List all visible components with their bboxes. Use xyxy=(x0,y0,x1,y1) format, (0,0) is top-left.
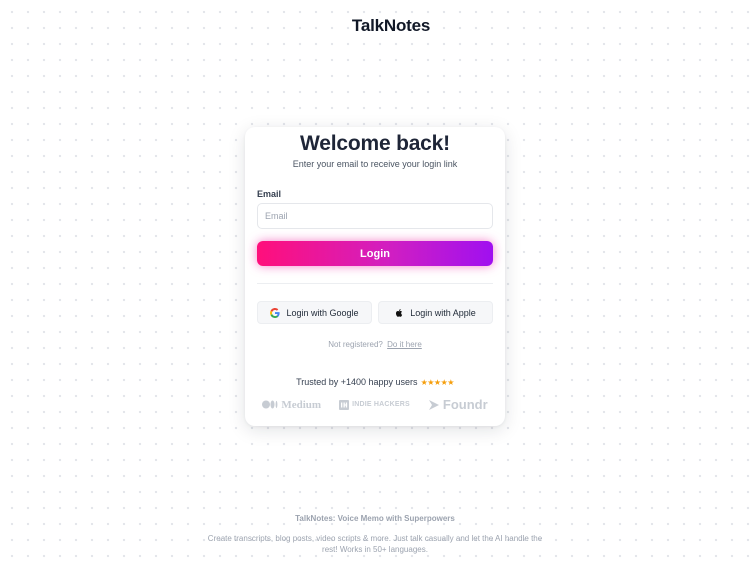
google-login-button[interactable]: Login with Google xyxy=(257,301,372,324)
footer-description: Create transcripts, blog posts, video sc… xyxy=(0,533,750,555)
divider xyxy=(257,283,493,284)
not-registered-text: Not registered? xyxy=(328,340,383,349)
indie-hackers-icon xyxy=(339,399,350,410)
footer-description-line2: rest! Works in 50+ languages. xyxy=(322,545,428,554)
app-name: TalkNotes xyxy=(351,16,431,35)
foundr-icon xyxy=(428,399,439,410)
apple-icon xyxy=(396,308,403,317)
register-link[interactable]: Do it here xyxy=(387,340,422,349)
login-button[interactable]: Login xyxy=(257,241,493,266)
apple-login-label: Login with Apple xyxy=(410,307,476,318)
apple-login-button[interactable]: Login with Apple xyxy=(378,301,493,324)
brand-medium-label: Medium xyxy=(281,398,322,411)
footer-description-line1: Create transcripts, blog posts, video sc… xyxy=(207,534,543,543)
google-login-label: Login with Google xyxy=(286,307,359,318)
brand-medium: Medium xyxy=(262,399,321,411)
brand-indie-label: INDIE HACKERS xyxy=(352,401,410,408)
trusted-by: Trusted by +1400 happy users ★★★★★ xyxy=(257,377,493,387)
brand-indie-hackers: INDIE HACKERS xyxy=(339,399,410,410)
email-input[interactable] xyxy=(257,203,493,229)
oauth-buttons: Login with Google Login with Apple xyxy=(257,301,493,324)
brand-foundr-label: Foundr xyxy=(442,397,488,412)
waveform-logo-icon xyxy=(320,14,347,38)
email-label: Email xyxy=(257,189,282,199)
login-card: Welcome back! Enter your email to receiv… xyxy=(245,127,505,426)
star-icon: ★★★★★ xyxy=(420,377,455,387)
page-title: Welcome back! xyxy=(300,132,450,155)
page-subtitle: Enter your email to receive your login l… xyxy=(292,159,458,169)
google-icon xyxy=(270,307,281,318)
footer-title: TalkNotes: Voice Memo with Superpowers xyxy=(295,514,455,523)
brand-foundr: Foundr xyxy=(428,397,488,412)
medium-icon xyxy=(262,400,278,409)
trusted-text: Trusted by +1400 happy users xyxy=(296,377,418,387)
app-logo[interactable]: TalkNotes xyxy=(0,14,750,38)
register-prompt: Not registered? Do it here xyxy=(257,340,493,349)
brand-logos: Medium INDIE HACKERS Foundr xyxy=(257,397,493,412)
